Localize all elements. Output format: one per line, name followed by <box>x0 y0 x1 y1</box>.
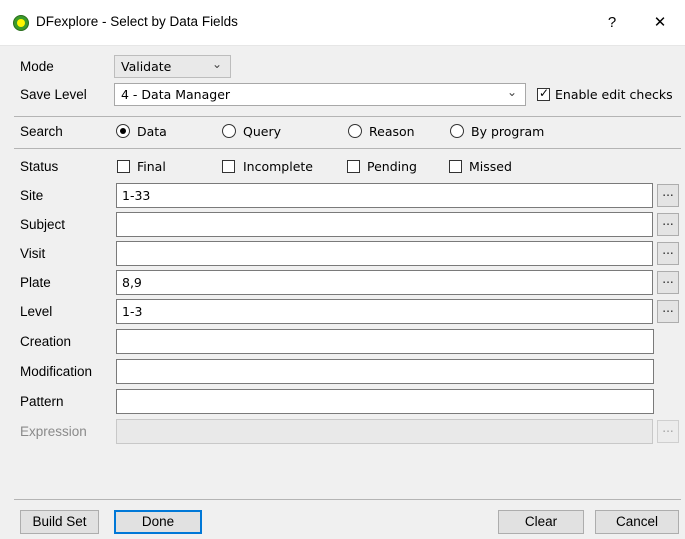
status-missed-label: Missed <box>469 159 512 174</box>
build-set-button[interactable]: Build Set <box>20 510 99 534</box>
edit-checks-checkbox[interactable] <box>537 86 550 101</box>
save-level-value: 4 - Data Manager <box>121 87 231 102</box>
title-bar: DFexplore - Select by Data Fields ? ✕ <box>0 0 685 46</box>
modification-label: Modification <box>20 364 93 379</box>
plate-label: Plate <box>20 275 51 290</box>
cancel-button[interactable]: Cancel <box>595 510 679 534</box>
level-label: Level <box>20 304 53 319</box>
plate-field[interactable]: 8,9 <box>116 270 653 295</box>
search-label: Search <box>20 124 63 139</box>
creation-label: Creation <box>20 334 72 349</box>
chevron-down-icon: ⌄ <box>506 85 517 99</box>
site-label: Site <box>20 188 44 203</box>
mode-value: Validate <box>121 59 172 74</box>
pattern-label: Pattern <box>20 394 64 409</box>
edit-checks-label: Enable edit checks <box>555 87 673 102</box>
modification-field[interactable] <box>116 359 654 384</box>
site-value: 1-33 <box>122 188 151 203</box>
level-value: 1-3 <box>122 304 143 319</box>
radio-data[interactable] <box>116 124 130 138</box>
radio-reason[interactable] <box>348 124 362 138</box>
status-label: Status <box>20 159 59 174</box>
done-button[interactable]: Done <box>114 510 202 534</box>
status-final-label: Final <box>137 159 166 174</box>
radio-data-label: Data <box>137 124 167 139</box>
save-level-label: Save Level <box>20 87 87 102</box>
subject-field[interactable] <box>116 212 653 237</box>
window-title: DFexplore - Select by Data Fields <box>36 14 238 29</box>
status-incomplete-checkbox[interactable] <box>222 160 235 173</box>
plate-value: 8,9 <box>122 275 142 290</box>
app-icon <box>13 15 29 31</box>
divider <box>14 499 681 500</box>
visit-label: Visit <box>20 246 46 261</box>
pattern-field[interactable] <box>116 389 654 414</box>
close-button[interactable]: ✕ <box>645 10 675 36</box>
plate-browse-button[interactable]: ... <box>657 271 679 294</box>
divider <box>14 116 681 117</box>
mode-label: Mode <box>20 59 54 74</box>
divider <box>14 148 681 149</box>
level-field[interactable]: 1-3 <box>116 299 653 324</box>
clear-button[interactable]: Clear <box>498 510 584 534</box>
creation-field[interactable] <box>116 329 654 354</box>
status-pending-checkbox[interactable] <box>347 160 360 173</box>
chevron-down-icon: ⌄ <box>211 57 222 71</box>
save-level-select[interactable]: 4 - Data Manager ⌄ <box>114 83 526 106</box>
status-missed-checkbox[interactable] <box>449 160 462 173</box>
expression-browse-button: ... <box>657 420 679 443</box>
mode-select[interactable]: Validate ⌄ <box>114 55 231 78</box>
expression-label: Expression <box>20 424 87 439</box>
site-field[interactable]: 1-33 <box>116 183 653 208</box>
status-incomplete-label: Incomplete <box>243 159 313 174</box>
site-browse-button[interactable]: ... <box>657 184 679 207</box>
radio-query[interactable] <box>222 124 236 138</box>
radio-by-program[interactable] <box>450 124 464 138</box>
radio-reason-label: Reason <box>369 124 415 139</box>
status-final-checkbox[interactable] <box>117 160 130 173</box>
radio-by-program-label: By program <box>471 124 545 139</box>
subject-browse-button[interactable]: ... <box>657 213 679 236</box>
status-pending-label: Pending <box>367 159 417 174</box>
level-browse-button[interactable]: ... <box>657 300 679 323</box>
help-button[interactable]: ? <box>597 10 627 36</box>
visit-browse-button[interactable]: ... <box>657 242 679 265</box>
visit-field[interactable] <box>116 241 653 266</box>
expression-field <box>116 419 653 444</box>
subject-label: Subject <box>20 217 66 232</box>
radio-query-label: Query <box>243 124 281 139</box>
